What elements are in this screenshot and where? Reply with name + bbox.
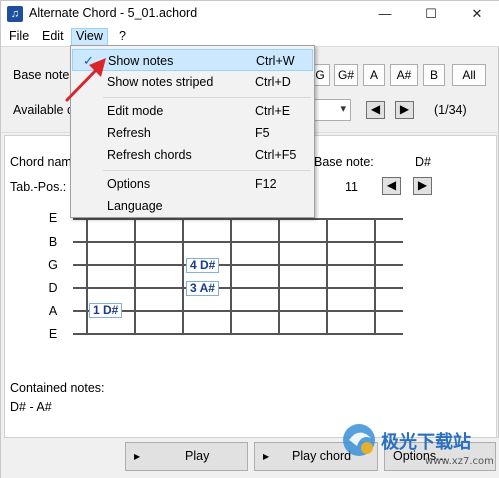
string-label: B (48, 235, 58, 249)
guitar-string (73, 310, 403, 312)
maximize-button[interactable]: ☐ (408, 1, 454, 27)
menu-item-shortcut: Ctrl+E (255, 104, 291, 118)
string-label: E (48, 327, 58, 341)
menu-help[interactable]: ? (116, 29, 129, 43)
menu-bar: File Edit View ? (1, 27, 499, 46)
note-button-a-sharp[interactable]: A# (390, 64, 418, 86)
menu-file[interactable]: File (6, 29, 32, 43)
next-chord-button[interactable]: ▶ (395, 101, 414, 119)
menu-separator (103, 97, 311, 98)
chevron-down-icon: ▾ (340, 103, 346, 115)
note-button-a[interactable]: A (363, 64, 385, 86)
menu-item-label: Options (107, 177, 151, 191)
menu-item-shortcut: F5 (255, 126, 270, 140)
menu-item-shortcut: Ctrl+F5 (255, 148, 297, 162)
play-icon: ▶ (263, 452, 270, 461)
note-button-b[interactable]: B (423, 64, 445, 86)
fret-line (374, 218, 376, 334)
menu-item-label: Refresh chords (107, 148, 192, 162)
guitar-string (73, 264, 403, 266)
fret-line (134, 218, 136, 334)
menu-item-language[interactable]: Language (72, 195, 313, 217)
minimize-button[interactable]: — (362, 1, 408, 27)
finger-marker: 4 D# (186, 258, 220, 273)
menu-item-shortcut: F12 (255, 177, 277, 191)
play-icon: ▶ (134, 452, 141, 461)
available-chords-label: Available c (13, 103, 74, 117)
menu-edit[interactable]: Edit (39, 29, 67, 43)
close-button[interactable]: ✕ (454, 1, 499, 27)
menu-item-label: Show notes striped (107, 75, 214, 89)
menu-item-label: Show notes (108, 54, 174, 68)
position-next-button[interactable]: ▶ (413, 177, 432, 195)
position-prev-button[interactable]: ◀ (382, 177, 401, 195)
string-label: E (48, 211, 58, 225)
menu-item-refresh[interactable]: Refresh F5 (72, 122, 313, 144)
watermark-text: 极光下载站 (381, 431, 471, 453)
fret-line (326, 218, 328, 334)
chord-name-label: Chord nam (10, 155, 72, 169)
finger-marker: 1 D# (89, 303, 123, 318)
string-label: A (48, 304, 58, 318)
base-note-caption: Base note: (314, 155, 374, 169)
app-window: ♫ Alternate Chord - 5_01.achord — ☐ ✕ Fi… (0, 0, 499, 478)
watermark-logo: 极光下载站 www.xz7.com (343, 424, 494, 467)
contained-notes-value: D# - A# (10, 400, 52, 414)
fret-line (278, 218, 280, 334)
string-label: G (48, 258, 58, 272)
string-label: D (48, 281, 58, 295)
menu-item-shortcut: Ctrl+D (255, 75, 291, 89)
prev-chord-button[interactable]: ◀ (366, 101, 385, 119)
tab-position-label: Tab.-Pos.: (10, 180, 67, 194)
guitar-string (73, 241, 403, 243)
contained-notes-label: Contained notes: (10, 381, 105, 395)
note-button-all[interactable]: All (452, 64, 486, 86)
guitar-string (73, 333, 403, 335)
guitar-string (73, 218, 403, 220)
menu-item-shortcut: Ctrl+W (256, 54, 295, 68)
title-bar: ♫ Alternate Chord - 5_01.achord — ☐ ✕ (1, 1, 499, 27)
menu-item-label: Refresh (107, 126, 151, 140)
watermark-url: www.xz7.com (425, 456, 494, 467)
chord-combo-box[interactable]: ▾ (311, 99, 351, 121)
menu-item-refresh-chords[interactable]: Refresh chords Ctrl+F5 (72, 144, 313, 166)
window-title: Alternate Chord - 5_01.achord (29, 6, 198, 20)
fret-line (230, 218, 232, 334)
page-counter: (1/34) (434, 103, 467, 117)
note-button-g-sharp[interactable]: G# (334, 64, 358, 86)
play-button[interactable]: ▶ Play (125, 442, 248, 471)
play-button-label: Play (185, 449, 210, 463)
menu-separator (103, 170, 311, 171)
menu-item-options[interactable]: Options F12 (72, 173, 313, 195)
fret-line (182, 218, 184, 334)
menu-item-label: Language (107, 199, 163, 213)
finger-marker: 3 A# (186, 281, 219, 296)
fret-line (86, 218, 88, 334)
annotation-arrow-icon (65, 58, 106, 102)
menu-view[interactable]: View (71, 28, 108, 46)
base-note-value: D# (415, 155, 431, 169)
position-value: 11 (345, 180, 358, 194)
app-icon: ♫ (7, 6, 23, 22)
guitar-string (73, 287, 403, 289)
